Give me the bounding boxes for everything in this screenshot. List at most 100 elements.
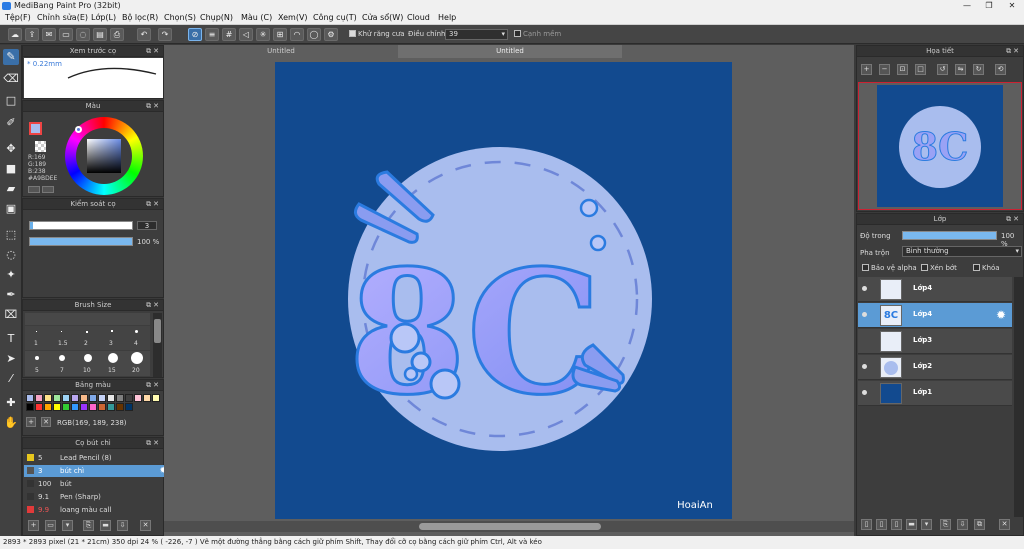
menu-help[interactable]: Help (438, 13, 456, 22)
layer-row[interactable]: Lớp3 (858, 329, 1012, 354)
palette-swatch[interactable] (98, 394, 106, 402)
palette-swatch[interactable] (152, 394, 160, 402)
palette-swatch[interactable] (62, 403, 70, 411)
brush-item[interactable]: 9.9 loang màu call (24, 504, 171, 516)
palette-swatch[interactable] (89, 403, 97, 411)
layer-row[interactable]: Lớp2 (858, 355, 1012, 380)
size-dot-2[interactable] (86, 331, 88, 333)
opacity-slider[interactable] (29, 237, 133, 246)
add-brush-icon[interactable]: + (28, 520, 39, 531)
protect-alpha-checkbox[interactable]: Bảo vệ alpha (862, 264, 917, 272)
brush-settings-icon[interactable]: ▾ (62, 520, 73, 531)
brush-item[interactable]: 100 bút (24, 478, 171, 490)
snap-grid-icon[interactable]: # (222, 28, 236, 41)
menu-layer[interactable]: Lớp(L) (91, 13, 116, 22)
menu-cloud[interactable]: Cloud (407, 13, 430, 22)
reset-view-icon[interactable]: ⟲ (995, 64, 1006, 75)
maximize-button[interactable]: ❐ (978, 0, 1000, 12)
minimize-button[interactable]: — (956, 0, 978, 12)
swap-color-icon[interactable] (42, 186, 54, 193)
palette-swatch[interactable] (71, 403, 79, 411)
size-dot-10[interactable] (84, 354, 92, 362)
merge-down-icon[interactable]: ⇩ (957, 519, 968, 530)
comment-icon[interactable]: ✉ (42, 28, 56, 41)
palette-swatch[interactable] (98, 403, 106, 411)
flip-icon[interactable]: ⇋ (955, 64, 966, 75)
gradient-tool-icon[interactable]: ▣ (3, 201, 19, 217)
brush-item[interactable]: 3bút chì✹ (24, 465, 171, 477)
palette-swatch[interactable] (107, 394, 115, 402)
eye-icon[interactable] (862, 390, 867, 395)
fit-icon[interactable]: ⊡ (897, 64, 908, 75)
snap-parallel-icon[interactable]: ≡ (205, 28, 219, 41)
film-icon[interactable]: ▤ (93, 28, 107, 41)
snap-off-icon[interactable]: ⊘ (188, 28, 202, 41)
foreground-color-swatch[interactable] (29, 122, 42, 135)
panel-controls-icon[interactable]: ⧉✕ (146, 46, 161, 57)
snap-cross-icon[interactable]: ⊞ (273, 28, 287, 41)
layer-props-icon[interactable]: ⧉ (974, 519, 985, 530)
layer-row[interactable]: 8C Lớp4 ✹ (858, 303, 1012, 328)
palette-swatch[interactable] (44, 403, 52, 411)
menu-view[interactable]: Xem(V) (278, 13, 308, 22)
palette-swatch[interactable] (44, 394, 52, 402)
eye-icon[interactable] (862, 364, 867, 369)
size-dot-7[interactable] (59, 355, 65, 361)
navigator-preview[interactable]: 8C (858, 82, 1022, 210)
operation-tool-icon[interactable]: ➤ (3, 351, 19, 367)
brush-size-value[interactable]: 3 (137, 221, 157, 230)
snap-perspective-icon[interactable]: ◁ (239, 28, 253, 41)
palette-swatch[interactable] (89, 394, 97, 402)
zoom-in-icon[interactable]: + (861, 64, 872, 75)
move-tool-icon[interactable]: ✥ (3, 141, 19, 157)
saturation-value-square[interactable] (87, 139, 121, 173)
blend-mode-select[interactable]: Bình thường ▾ (902, 246, 1022, 257)
layer-menu-icon[interactable]: ▾ (921, 519, 932, 530)
dot-tool-icon[interactable]: □ (3, 93, 19, 109)
brush-item[interactable]: 5 Lead Pencil (8) (24, 452, 171, 464)
palette-swatch[interactable] (53, 403, 61, 411)
rotate-right-icon[interactable]: ↻ (973, 64, 984, 75)
size-dot-1[interactable] (36, 331, 37, 332)
eye-icon[interactable] (862, 312, 867, 317)
panel-controls-icon[interactable]: ⧉✕ (1006, 46, 1021, 57)
layer-row[interactable]: Lớp1 (858, 381, 1012, 406)
layer-scrollbar[interactable] (1014, 277, 1023, 517)
add-palette-icon[interactable]: + (26, 417, 36, 427)
palette-swatch[interactable] (80, 394, 88, 402)
blur-tool-icon[interactable]: ✐ (3, 115, 19, 131)
select-pen-tool-icon[interactable]: ✒ (3, 287, 19, 303)
palette-swatch[interactable] (107, 403, 115, 411)
size-dot-4[interactable] (135, 330, 138, 333)
brush-item[interactable]: 9.1 Pen (Sharp) (24, 491, 171, 503)
drawing-canvas[interactable]: 8C HoaiAn (275, 62, 732, 519)
tab-untitled-1[interactable]: Untitled (164, 45, 398, 58)
screen-icon[interactable]: ▭ (59, 28, 73, 41)
correction-select[interactable]: 39 ▾ (445, 29, 508, 40)
menu-tools[interactable]: Công cụ(T) (313, 13, 357, 22)
gear-icon[interactable]: ✹ (996, 308, 1006, 322)
menu-edit[interactable]: Chỉnh sửa(E) (37, 13, 88, 22)
menu-window[interactable]: Cửa sổ(W) (362, 13, 403, 22)
lock-checkbox[interactable]: Khóa (973, 264, 1000, 272)
delete-palette-icon[interactable]: ✕ (41, 417, 51, 427)
edge-smooth-checkbox[interactable]: Cạnh mềm (514, 30, 561, 38)
palette-swatch[interactable] (26, 403, 34, 411)
palette-swatch[interactable] (134, 394, 142, 402)
menu-file[interactable]: Tệp(F) (5, 13, 31, 22)
size-dot-5[interactable] (35, 356, 39, 360)
size-dot-1.5[interactable] (61, 331, 62, 332)
size-dot-3[interactable] (111, 330, 113, 332)
menu-select[interactable]: Chọn(S) (164, 13, 196, 22)
panel-controls-icon[interactable]: ⧉✕ (146, 438, 161, 449)
snap-circle-icon[interactable]: ◯ (307, 28, 321, 41)
palette-swatch[interactable] (125, 394, 133, 402)
settings-icon[interactable]: ⚙ (324, 28, 338, 41)
size-dot-15[interactable] (108, 353, 118, 363)
cloud-icon[interactable]: ☁ (8, 28, 22, 41)
palette-swatch[interactable] (80, 403, 88, 411)
palette-swatch[interactable] (71, 394, 79, 402)
palette-swatch[interactable] (35, 403, 43, 411)
size-dot-20[interactable] (131, 352, 143, 364)
select-tool-icon[interactable]: ⬚ (3, 227, 19, 243)
